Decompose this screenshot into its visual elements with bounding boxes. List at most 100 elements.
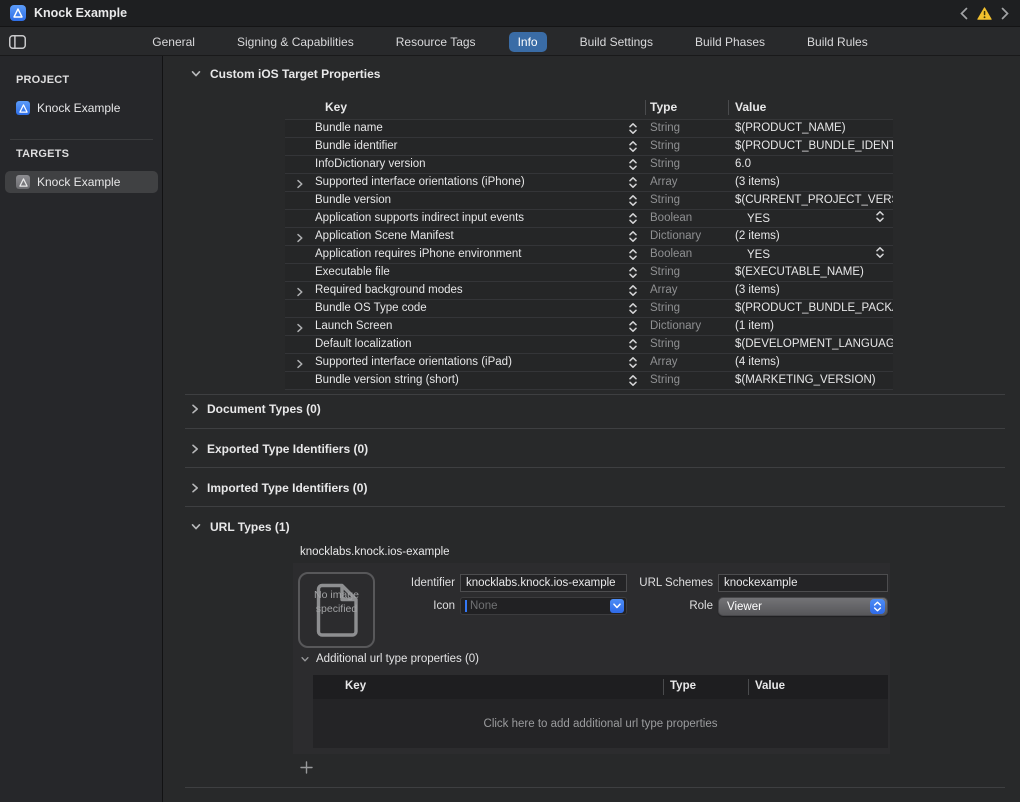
additional-url-properties-header[interactable]: Additional url type properties (0) bbox=[300, 653, 479, 665]
up-down-chevrons-icon bbox=[628, 320, 638, 333]
url-schemes-label: URL Schemes bbox=[611, 577, 713, 589]
property-value[interactable]: YES bbox=[735, 246, 893, 265]
property-value[interactable]: YES bbox=[735, 210, 893, 229]
property-row[interactable]: Supported interface orientations (iPad) A… bbox=[285, 354, 893, 372]
property-key: Supported interface orientations (iPad) bbox=[315, 354, 512, 371]
column-divider bbox=[645, 100, 646, 115]
additional-properties-table: Key Type Value Click here to add additio… bbox=[313, 675, 888, 748]
property-type: Array bbox=[650, 354, 677, 371]
tab-general[interactable]: General bbox=[143, 32, 204, 52]
property-value[interactable]: (1 item) bbox=[735, 318, 893, 335]
disclosure-collapsed-icon bbox=[296, 286, 304, 298]
up-down-chevrons-icon bbox=[628, 356, 638, 369]
property-value[interactable]: (4 items) bbox=[735, 354, 893, 371]
up-down-chevrons-icon bbox=[628, 176, 638, 189]
column-type: Type bbox=[650, 100, 677, 114]
property-value[interactable]: $(PRODUCT_BUNDLE_PACKA bbox=[735, 300, 893, 317]
back-button[interactable] bbox=[960, 7, 968, 20]
up-down-chevrons-icon bbox=[628, 284, 638, 297]
property-value[interactable]: $(CURRENT_PROJECT_VERS bbox=[735, 192, 893, 209]
chevron-right-icon bbox=[1001, 7, 1009, 20]
disclosure-collapsed-icon bbox=[191, 403, 199, 415]
icon-combobox[interactable]: None bbox=[460, 597, 627, 615]
property-key: Supported interface orientations (iPhone… bbox=[315, 174, 525, 191]
section-exported-type-identifiers[interactable]: Exported Type Identifiers (0) bbox=[191, 442, 368, 456]
property-value[interactable]: $(EXECUTABLE_NAME) bbox=[735, 264, 893, 281]
url-schemes-input[interactable] bbox=[718, 574, 888, 592]
property-key: Application supports indirect input even… bbox=[315, 210, 524, 227]
column-value: Value bbox=[735, 100, 766, 114]
warning-triangle-icon bbox=[977, 7, 992, 20]
property-row[interactable]: Launch ScreenDictionary(1 item) bbox=[285, 318, 893, 336]
key-stepper-icon[interactable] bbox=[628, 374, 638, 392]
xcode-a-glyph bbox=[13, 8, 23, 18]
property-row[interactable]: Bundle identifierString$(PRODUCT_BUNDLE_… bbox=[285, 138, 893, 156]
property-value[interactable]: (3 items) bbox=[735, 282, 893, 299]
property-key: Bundle version bbox=[315, 192, 391, 209]
section-divider bbox=[185, 467, 1005, 468]
property-type: String bbox=[650, 156, 680, 173]
tab-info[interactable]: Info bbox=[509, 32, 547, 52]
property-row[interactable]: Bundle OS Type codeString$(PRODUCT_BUNDL… bbox=[285, 300, 893, 318]
value-stepper-icon[interactable] bbox=[875, 210, 885, 229]
property-type: Array bbox=[650, 282, 677, 299]
property-row[interactable]: Supported interface orientations (iPhone… bbox=[285, 174, 893, 192]
property-row[interactable]: Application requires iPhone environmentB… bbox=[285, 246, 893, 264]
property-key: Bundle version string (short) bbox=[315, 372, 459, 389]
plus-icon bbox=[300, 761, 313, 774]
column-divider bbox=[728, 100, 729, 115]
property-row[interactable]: Required background modesArray(3 items) bbox=[285, 282, 893, 300]
tab-build-phases[interactable]: Build Phases bbox=[686, 32, 774, 52]
up-down-chevrons-icon bbox=[628, 248, 638, 261]
property-key: Bundle OS Type code bbox=[315, 300, 427, 317]
xcode-window: Knock Example General Signing & Capabilit… bbox=[0, 0, 1020, 802]
property-type: String bbox=[650, 120, 680, 137]
up-down-chevrons-icon bbox=[628, 230, 638, 243]
additional-table-empty-row[interactable]: Click here to add additional url type pr… bbox=[313, 699, 888, 748]
sidebar-item-project[interactable]: Knock Example bbox=[5, 97, 158, 119]
icon-combobox-value: None bbox=[470, 600, 610, 612]
sidebar-toggle-button[interactable] bbox=[9, 35, 26, 54]
property-row[interactable]: Application supports indirect input even… bbox=[285, 210, 893, 228]
role-popup-button[interactable]: Viewer bbox=[718, 597, 888, 616]
property-row[interactable]: InfoDictionary version String 6.0 bbox=[285, 156, 893, 174]
property-row[interactable]: Executable fileString$(EXECUTABLE_NAME) bbox=[285, 264, 893, 282]
section-url-types[interactable]: URL Types (1) bbox=[190, 520, 290, 534]
warning-badge[interactable] bbox=[977, 7, 992, 20]
property-row[interactable]: Bundle nameString$(PRODUCT_NAME) bbox=[285, 120, 893, 138]
section-document-types[interactable]: Document Types (0) bbox=[191, 402, 321, 416]
property-value[interactable]: $(PRODUCT_BUNDLE_IDENT bbox=[735, 138, 893, 155]
identifier-input[interactable] bbox=[460, 574, 627, 592]
up-down-chevrons-icon bbox=[628, 338, 638, 351]
section-custom-ios-target-properties[interactable]: Custom iOS Target Properties bbox=[190, 67, 380, 81]
property-value[interactable]: 6.0 bbox=[735, 156, 893, 173]
property-row[interactable]: Application Scene ManifestDictionary(2 i… bbox=[285, 228, 893, 246]
identifier-label: Identifier bbox=[353, 577, 455, 589]
property-value[interactable]: (3 items) bbox=[735, 174, 893, 191]
property-value[interactable]: $(MARKETING_VERSION) bbox=[735, 372, 893, 389]
tab-resource-tags[interactable]: Resource Tags bbox=[387, 32, 485, 52]
column-value: Value bbox=[755, 680, 785, 692]
section-imported-type-identifiers[interactable]: Imported Type Identifiers (0) bbox=[191, 481, 367, 495]
property-type: Array bbox=[650, 174, 677, 191]
property-value[interactable]: $(PRODUCT_NAME) bbox=[735, 120, 893, 137]
property-row[interactable]: Default localizationString$(DEVELOPMENT_… bbox=[285, 336, 893, 354]
sidebar-item-target[interactable]: Knock Example bbox=[5, 171, 158, 193]
tab-build-settings[interactable]: Build Settings bbox=[571, 32, 662, 52]
property-row[interactable]: Bundle version string (short)String$(MAR… bbox=[285, 372, 893, 390]
up-down-chevrons-icon bbox=[873, 601, 882, 612]
tab-signing-capabilities[interactable]: Signing & Capabilities bbox=[228, 32, 363, 52]
up-down-chevrons-icon bbox=[628, 140, 638, 153]
properties-table-body: Bundle nameString$(PRODUCT_NAME)Bundle i… bbox=[285, 119, 893, 390]
property-row[interactable]: Bundle versionString$(CURRENT_PROJECT_VE… bbox=[285, 192, 893, 210]
section-divider bbox=[185, 428, 1005, 429]
property-value[interactable]: $(DEVELOPMENT_LANGUAGI bbox=[735, 336, 893, 353]
role-popup-value: Viewer bbox=[727, 601, 870, 613]
forward-button[interactable] bbox=[1001, 7, 1009, 20]
property-key: Default localization bbox=[315, 336, 412, 353]
value-stepper-icon[interactable] bbox=[875, 246, 885, 265]
property-value[interactable]: (2 items) bbox=[735, 228, 893, 245]
property-key: InfoDictionary version bbox=[315, 156, 426, 173]
add-url-type-button[interactable] bbox=[297, 758, 315, 776]
tab-build-rules[interactable]: Build Rules bbox=[798, 32, 877, 52]
